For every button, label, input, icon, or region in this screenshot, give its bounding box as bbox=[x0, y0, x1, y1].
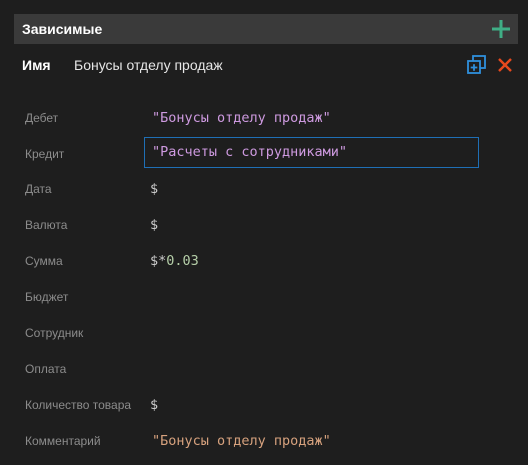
duplicate-button[interactable] bbox=[466, 54, 488, 76]
credit-input[interactable]: "Расчеты с сотрудниками" bbox=[144, 137, 479, 168]
sum-prefix: $ bbox=[150, 253, 159, 269]
field-row-date: Дата $ bbox=[0, 174, 528, 204]
field-label-credit: Кредит bbox=[25, 147, 65, 161]
field-label-budget: Бюджет bbox=[25, 290, 69, 304]
field-label-employee: Сотрудник bbox=[25, 326, 84, 340]
name-row: Имя Бонусы отделу продаж bbox=[22, 54, 518, 76]
field-value-date[interactable]: $ bbox=[150, 174, 158, 204]
credit-input-value: "Расчеты с сотрудниками" bbox=[152, 144, 348, 160]
panel-title: Зависимые bbox=[22, 21, 103, 37]
field-value-currency[interactable]: $ bbox=[150, 210, 158, 240]
field-row-debit: Дебет "Бонусы отделу продаж" bbox=[0, 103, 528, 133]
field-row-credit: Кредит "Расчеты с сотрудниками" bbox=[0, 137, 528, 168]
field-row-comment: Комментарий "Бонусы отделу продаж" bbox=[0, 426, 528, 456]
field-row-payment: Оплата bbox=[0, 354, 528, 384]
name-label: Имя bbox=[22, 57, 51, 73]
field-row-employee: Сотрудник bbox=[0, 318, 528, 348]
sum-number: 0.03 bbox=[166, 253, 199, 269]
field-row-currency: Валюта $ bbox=[0, 210, 528, 240]
field-value-quantity[interactable]: $ bbox=[150, 390, 158, 420]
field-label-quantity: Количество товара bbox=[25, 398, 132, 412]
field-row-budget: Бюджет bbox=[0, 282, 528, 312]
field-value-debit[interactable]: "Бонусы отделу продаж" bbox=[152, 103, 331, 133]
duplicate-icon bbox=[467, 55, 486, 74]
close-icon bbox=[498, 58, 512, 72]
name-value[interactable]: Бонусы отделу продаж bbox=[74, 57, 223, 73]
field-label-currency: Валюта bbox=[25, 218, 68, 232]
panel-header: Зависимые bbox=[14, 14, 518, 44]
field-label-date: Дата bbox=[25, 182, 52, 196]
field-label-payment: Оплата bbox=[25, 362, 67, 376]
close-button[interactable] bbox=[494, 54, 516, 76]
field-label-comment: Комментарий bbox=[25, 434, 101, 448]
field-value-comment[interactable]: "Бонусы отделу продаж" bbox=[152, 426, 331, 456]
add-button[interactable] bbox=[490, 18, 512, 40]
field-row-sum: Сумма $*0.03 bbox=[0, 246, 528, 276]
field-row-quantity: Количество товара $ bbox=[0, 390, 528, 420]
field-label-sum: Сумма bbox=[25, 254, 63, 268]
dependents-panel: Зависимые Имя Бонусы отделу продаж Дебет… bbox=[0, 0, 528, 465]
field-value-sum[interactable]: $*0.03 bbox=[150, 246, 199, 276]
plus-icon bbox=[492, 20, 510, 38]
field-label-debit: Дебет bbox=[25, 111, 59, 125]
